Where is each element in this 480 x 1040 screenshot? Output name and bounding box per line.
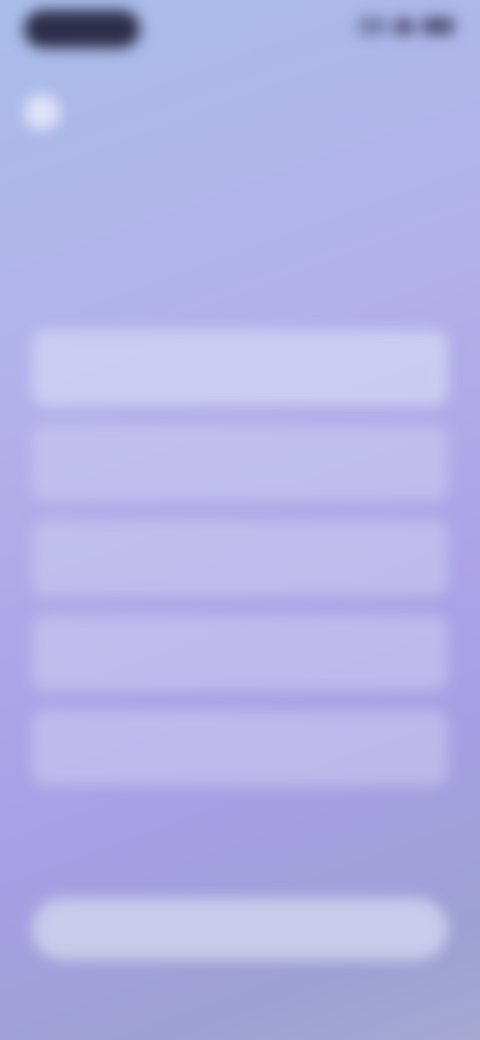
option-5[interactable] (32, 710, 448, 786)
brand-logo-icon (24, 94, 60, 130)
blurred-content (0, 0, 480, 1040)
wifi-icon (394, 18, 414, 34)
continue-button[interactable] (32, 898, 448, 960)
option-1[interactable] (32, 330, 448, 406)
status-time-pill (24, 10, 140, 48)
status-icons (360, 18, 454, 34)
options-list (32, 330, 448, 805)
battery-icon (422, 18, 454, 34)
option-2[interactable] (32, 425, 448, 501)
signal-icon (360, 18, 386, 34)
option-3[interactable] (32, 520, 448, 596)
screen (0, 0, 480, 1040)
option-4[interactable] (32, 615, 448, 691)
